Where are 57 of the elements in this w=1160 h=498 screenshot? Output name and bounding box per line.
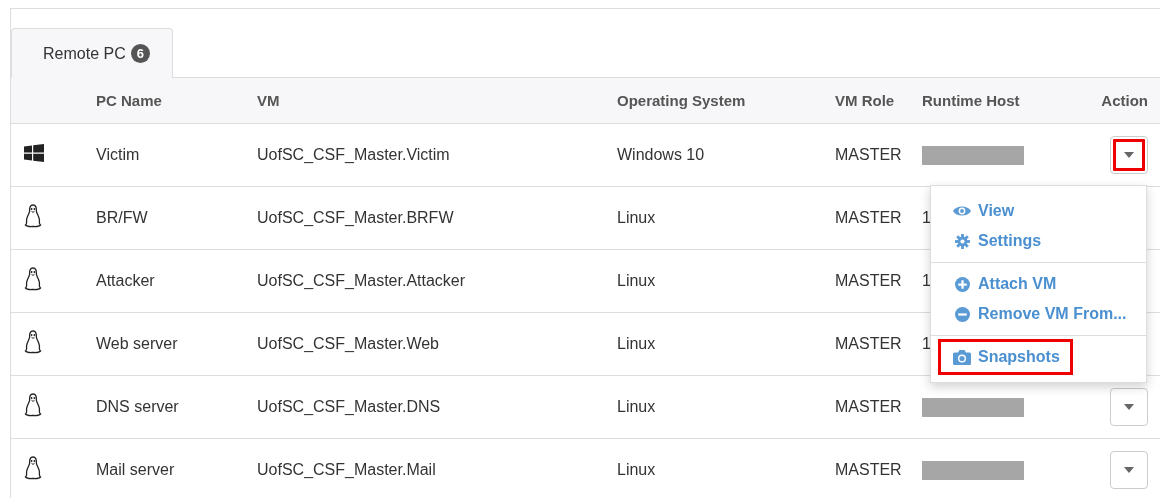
table-cell: Linux: [617, 335, 656, 352]
table-cell: UofSC_CSF_Master.Attacker: [257, 272, 466, 289]
caret-icon: [1124, 404, 1134, 410]
windows-logo-icon: [24, 144, 44, 162]
dropdown-button[interactable]: [1110, 136, 1148, 174]
table-cell: Linux: [617, 209, 656, 226]
table-cell: MASTER: [835, 146, 902, 163]
menu-item[interactable]: Snapshots: [941, 342, 1070, 372]
column-header: VM Role: [835, 92, 895, 109]
minus-circle-icon: [954, 306, 970, 322]
table-cell: MASTER: [835, 335, 902, 352]
menu-item[interactable]: Attach VM: [931, 269, 1146, 299]
table-cell: Linux: [617, 272, 656, 289]
dropdown-button[interactable]: [1110, 451, 1148, 489]
table-cell: BR/FW: [96, 209, 148, 226]
column-header: PC Name: [96, 92, 162, 109]
count-badge: 6: [130, 44, 150, 63]
penguin-icon: [24, 456, 42, 480]
plus-circle-icon: [954, 276, 970, 292]
table-cell: Web server: [96, 335, 178, 352]
table-cell: 1: [922, 272, 931, 289]
tab[interactable]: Remote PC 6: [11, 28, 173, 78]
column-header: Action: [1101, 92, 1148, 109]
table-cell: DNS server: [96, 398, 179, 415]
caret-icon: [1124, 467, 1134, 473]
table-cell: UofSC_CSF_Master.DNS: [257, 398, 441, 415]
dropdown-button[interactable]: [1110, 388, 1148, 426]
table-cell: 1: [922, 209, 931, 226]
caret-icon: [1124, 152, 1134, 158]
table-cell: Windows 10: [617, 146, 705, 163]
eye-icon: [953, 205, 971, 217]
menu-item[interactable]: Remove VM From...: [931, 299, 1146, 329]
menu-item[interactable]: View: [931, 196, 1146, 226]
column-header: VM: [257, 92, 280, 109]
column-header: Operating System: [617, 92, 746, 109]
table-cell: MASTER: [835, 398, 902, 415]
table-cell: UofSC_CSF_Master.Web: [257, 335, 439, 352]
camera-icon: [953, 349, 971, 365]
table-cell: UofSC_CSF_Master.Mail: [257, 461, 436, 478]
penguin-icon: [24, 267, 42, 291]
table-cell: MASTER: [835, 209, 902, 226]
table-cell: Attacker: [96, 272, 155, 289]
table-cell: Victim: [96, 146, 140, 163]
table-cell: Linux: [617, 398, 656, 415]
table-cell: 1: [922, 335, 931, 352]
table-cell: UofSC_CSF_Master.BRFW: [257, 209, 454, 226]
penguin-icon: [24, 330, 42, 354]
gear-icon: [954, 233, 970, 249]
penguin-icon: [24, 393, 42, 417]
menu-item[interactable]: Settings: [931, 226, 1146, 256]
column-header: Runtime Host: [922, 92, 1020, 109]
table-cell: MASTER: [835, 272, 902, 289]
table-cell: Linux: [617, 461, 656, 478]
table-cell: UofSC_CSF_Master.Victim: [257, 146, 450, 163]
table-cell: Mail server: [96, 461, 175, 478]
table-cell: MASTER: [835, 461, 902, 478]
penguin-icon: [24, 204, 42, 228]
